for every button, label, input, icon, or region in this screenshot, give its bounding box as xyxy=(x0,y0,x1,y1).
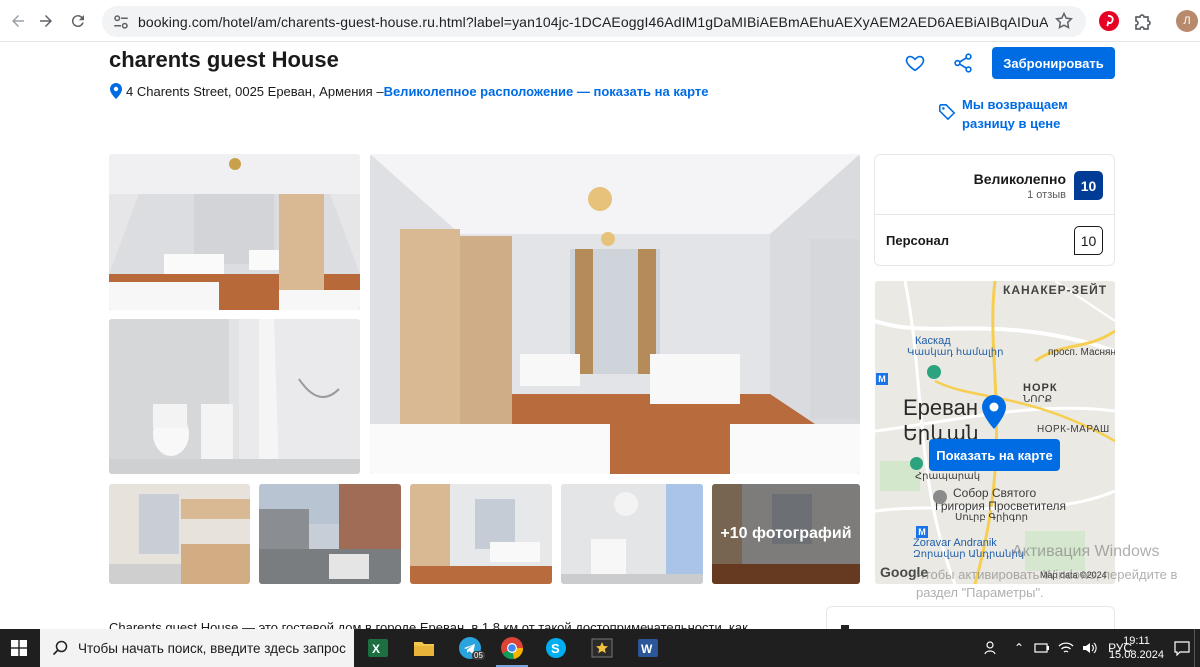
map-label-prosp: просп. Маснян xyxy=(1048,347,1115,358)
card-divider xyxy=(875,214,1114,215)
taskbar-clock[interactable]: 19:11 15.08.2024 xyxy=(1109,634,1164,662)
photo-shower[interactable] xyxy=(561,484,703,584)
map-label-cathedral-2: Григория Просветителя xyxy=(935,499,1067,513)
map-label-cathedral-1: Собор Святого xyxy=(953,486,1037,500)
map-label-republic-am: Հրապարակ xyxy=(915,471,981,482)
map-label-cathedral-am: Սուրբ Գրիգոր xyxy=(955,512,1028,523)
address-row: 4 Charents Street, 0025 Ереван, Армения … xyxy=(109,82,708,100)
search-placeholder: Чтобы начать поиск, введите здесь запрос xyxy=(78,640,346,656)
map-label-nork-marash: НОРК-МАРАШ xyxy=(1037,424,1110,435)
map-label-city: Ереван xyxy=(903,395,978,420)
photo-kitchen[interactable] xyxy=(109,484,250,584)
show-on-map-button[interactable]: Показать на карте xyxy=(929,439,1060,471)
map-label-nork-am: ՆՈՐՔ xyxy=(1023,394,1053,405)
price-match-text[interactable]: Мы возвращаем разницу в цене xyxy=(962,95,1102,133)
staff-label: Персонал xyxy=(886,233,950,248)
site-settings-icon[interactable] xyxy=(112,13,130,31)
poi-square-icon xyxy=(910,457,923,470)
people-icon[interactable] xyxy=(984,640,1000,656)
telegram-app-icon[interactable]: 05 xyxy=(448,629,492,667)
svg-text:S: S xyxy=(551,641,560,656)
clock-date: 15.08.2024 xyxy=(1108,649,1164,661)
telegram-badge: 05 xyxy=(472,651,485,660)
more-photos-overlay[interactable]: +10 фотографий xyxy=(712,484,860,584)
book-button[interactable]: Забронировать xyxy=(992,47,1115,79)
forward-icon[interactable] xyxy=(34,9,58,33)
poi-kaskad-icon xyxy=(927,365,941,379)
activation-watermark-title: Активация Windows xyxy=(1012,543,1160,560)
map-label-zoravar-am: Զորավար Անդրանիկ xyxy=(913,549,1025,560)
hotel-map-pin-icon xyxy=(982,395,1006,429)
extensions-puzzle-icon[interactable] xyxy=(1132,10,1154,32)
taskbar-search-input[interactable]: Чтобы начать поиск, введите здесь запрос xyxy=(40,629,354,667)
battery-icon[interactable] xyxy=(1034,642,1050,654)
heart-icon[interactable] xyxy=(904,52,926,74)
windows-taskbar: Чтобы начать поиск, введите здесь запрос… xyxy=(0,629,1200,667)
map-label-nork: НОРК xyxy=(1023,382,1058,394)
chevron-up-icon[interactable]: ⌃ xyxy=(1014,641,1024,655)
reload-icon[interactable] xyxy=(66,9,90,33)
map-label-zoravar: Zoravar Andranik xyxy=(913,537,997,549)
notifications-icon[interactable] xyxy=(1174,640,1190,656)
clock-time: 19:11 xyxy=(1123,635,1150,647)
share-icon[interactable] xyxy=(952,52,974,74)
word-app-icon[interactable]: W xyxy=(626,629,670,667)
address-bar[interactable]: booking.com/hotel/am/charents-guest-hous… xyxy=(102,6,1086,37)
chrome-app-icon[interactable] xyxy=(490,629,534,667)
excel-app-icon[interactable]: X xyxy=(356,629,400,667)
browser-toolbar: booking.com/hotel/am/charents-guest-hous… xyxy=(0,0,1200,42)
price-match-link[interactable]: Мы возвращаем разницу в цене xyxy=(938,95,1102,133)
search-icon xyxy=(52,640,68,656)
svg-text:X: X xyxy=(372,642,380,656)
map-label-kanaker: КАНАКЕР-ЗЕЙТ xyxy=(1003,283,1108,297)
media-app-icon[interactable] xyxy=(580,629,624,667)
wifi-icon[interactable] xyxy=(1058,641,1074,655)
staff-score: 10 xyxy=(1074,226,1103,255)
price-tag-icon xyxy=(939,104,956,121)
score-badge: 10 xyxy=(1074,171,1103,200)
skype-app-icon[interactable]: S xyxy=(534,629,578,667)
bookmark-star-icon[interactable] xyxy=(1054,11,1074,31)
photo-bedroom-2[interactable] xyxy=(410,484,552,584)
metro-icon: M xyxy=(916,526,928,538)
photo-main-bedroom[interactable] xyxy=(370,154,860,474)
map-label-kaskad: Каскад xyxy=(915,335,951,347)
activation-watermark-line: Чтобы активировать Windows, перейдите в xyxy=(916,567,1178,582)
url-text[interactable]: booking.com/hotel/am/charents-guest-hous… xyxy=(138,14,1048,30)
file-explorer-icon[interactable] xyxy=(402,629,446,667)
svg-text:W: W xyxy=(641,642,653,656)
profile-avatar[interactable]: Л xyxy=(1176,10,1198,32)
windows-logo-icon xyxy=(11,640,27,656)
photo-street[interactable] xyxy=(259,484,401,584)
location-map[interactable]: КАНАКЕР-ЗЕЙТ Каскад Կասկադ համալիր просп… xyxy=(875,281,1115,584)
show-on-map-link[interactable]: Великолепное расположение — показать на … xyxy=(384,84,709,99)
activation-watermark-line: раздел "Параметры". xyxy=(916,585,1044,600)
start-button[interactable] xyxy=(0,629,38,667)
map-label-kaskad-am: Կասկադ համալիր xyxy=(907,347,1004,358)
review-count: 1 отзыв xyxy=(1027,189,1066,201)
photo-bedroom-1[interactable] xyxy=(109,154,360,310)
rating-label: Великолепно xyxy=(973,171,1066,187)
photo-bathroom[interactable] xyxy=(109,319,360,474)
hotel-title: charents guest House xyxy=(109,47,339,72)
location-pin-icon xyxy=(110,83,122,99)
volume-icon[interactable] xyxy=(1082,641,1098,655)
show-desktop-button[interactable] xyxy=(1194,629,1200,667)
back-icon[interactable] xyxy=(6,9,30,33)
review-score-card[interactable]: Великолепно 1 отзыв 10 Персонал 10 xyxy=(874,154,1115,266)
pinterest-extension-icon[interactable] xyxy=(1098,10,1120,32)
poi-cathedral-icon xyxy=(933,490,947,504)
metro-icon: M xyxy=(876,373,888,385)
address-text: 4 Charents Street, 0025 Ереван, Армения … xyxy=(126,83,384,99)
